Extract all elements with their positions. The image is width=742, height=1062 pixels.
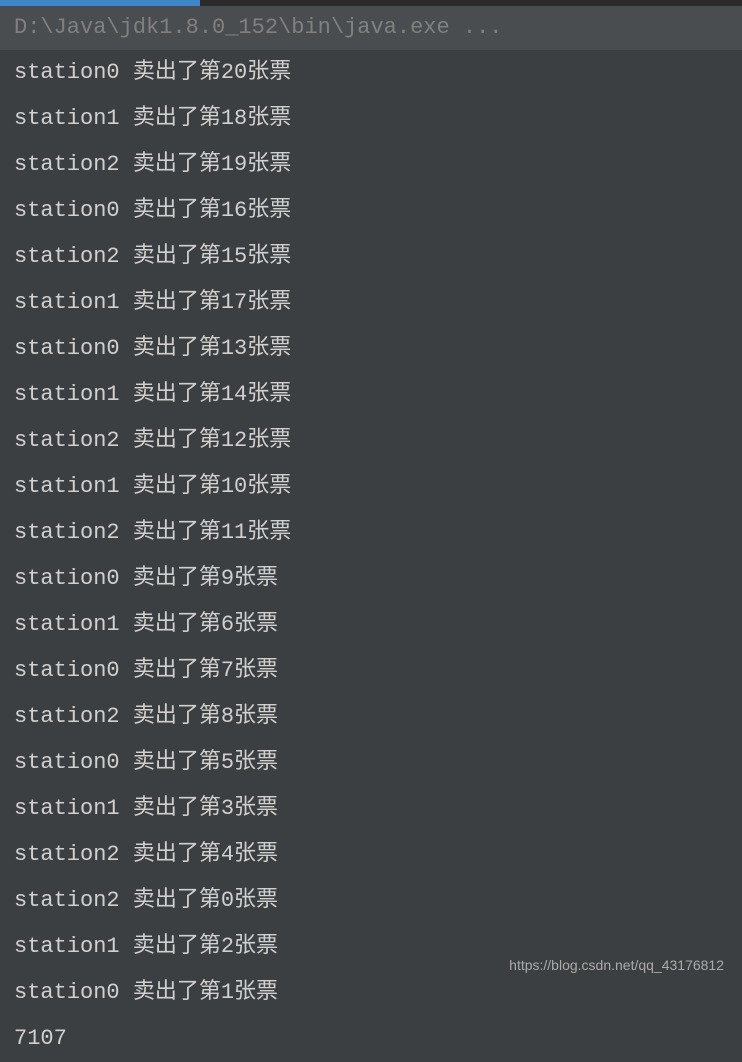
output-line: station1 卖出了第18张票	[0, 96, 742, 142]
output-line: station0 卖出了第20张票	[0, 50, 742, 96]
output-line: station0 卖出了第16张票	[0, 188, 742, 234]
output-line: 7107	[0, 1016, 742, 1062]
output-line: station2 卖出了第0张票	[0, 878, 742, 924]
progress-fill	[0, 0, 200, 6]
progress-bar	[0, 0, 742, 6]
output-line: station0 卖出了第5张票	[0, 740, 742, 786]
output-line: station0 卖出了第13张票	[0, 326, 742, 372]
output-line: station2 卖出了第15张票	[0, 234, 742, 280]
command-line: D:\Java\jdk1.8.0_152\bin\java.exe ...	[0, 6, 742, 50]
watermark: https://blog.csdn.net/qq_43176812	[509, 957, 724, 973]
output-line: station2 卖出了第19张票	[0, 142, 742, 188]
output-line: station2 卖出了第11张票	[0, 510, 742, 556]
output-line: station0 卖出了第9张票	[0, 556, 742, 602]
output-line: station2 卖出了第4张票	[0, 832, 742, 878]
output-line: station0 卖出了第1张票	[0, 970, 742, 1016]
output-line: station1 卖出了第10张票	[0, 464, 742, 510]
console-output[interactable]: D:\Java\jdk1.8.0_152\bin\java.exe ... st…	[0, 6, 742, 1062]
output-line: station2 卖出了第12张票	[0, 418, 742, 464]
output-line: station1 卖出了第6张票	[0, 602, 742, 648]
output-line: station1 卖出了第17张票	[0, 280, 742, 326]
output-line: station1 卖出了第14张票	[0, 372, 742, 418]
output-line: station2 卖出了第8张票	[0, 694, 742, 740]
output-line: station0 卖出了第7张票	[0, 648, 742, 694]
output-line: station1 卖出了第3张票	[0, 786, 742, 832]
